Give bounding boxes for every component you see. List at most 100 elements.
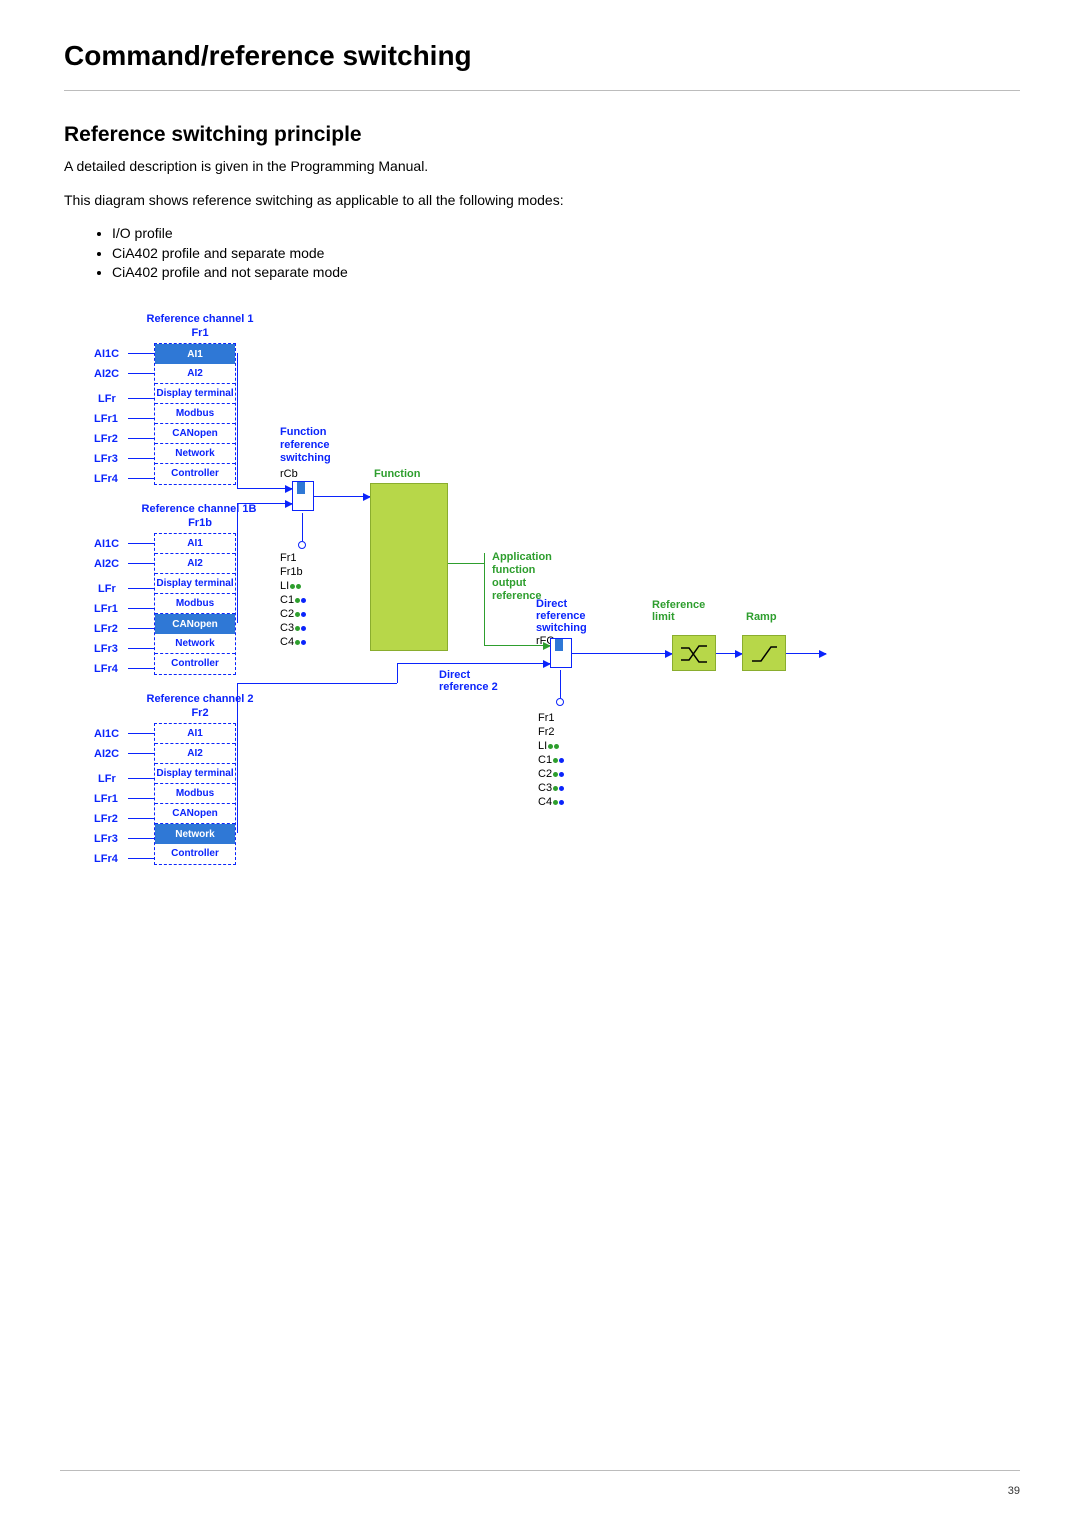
selector-option: AI2 — [155, 744, 235, 764]
connector — [560, 670, 561, 698]
opt: C3 — [280, 621, 306, 635]
connector — [237, 488, 292, 489]
app-output-label: Application function output reference — [492, 551, 552, 603]
input-label: LFr3 — [94, 453, 138, 465]
input-label: AI1C — [94, 728, 138, 740]
connector — [128, 563, 154, 564]
connector — [128, 668, 154, 669]
channel-title: Reference channel 2 — [140, 693, 260, 705]
selector-option: Network — [155, 824, 235, 844]
opt: C1 — [280, 593, 306, 607]
opt: Fr1 — [538, 711, 564, 725]
opt: C2 — [280, 607, 306, 621]
connector — [128, 543, 154, 544]
ref-limit-label: Referencelimit — [652, 599, 705, 623]
connector — [237, 503, 292, 504]
switch-knob — [298, 541, 306, 549]
selector-option: CANopen — [155, 804, 235, 824]
input-label: LFr1 — [94, 603, 138, 615]
switch-rfc — [550, 638, 572, 668]
input-label: LFr2 — [94, 813, 138, 825]
selector-option: Display terminal — [155, 764, 235, 784]
selector-option: Controller — [155, 464, 235, 484]
input-label: LFr — [98, 583, 142, 595]
page-number: 39 — [1008, 1485, 1020, 1497]
input-label: LFr2 — [94, 623, 138, 635]
selector-option: CANopen — [155, 614, 235, 634]
connector — [397, 663, 398, 683]
selector-option: Modbus — [155, 784, 235, 804]
connector — [397, 663, 550, 664]
selector-ch2: AI1 AI2 Display terminal Modbus CANopen … — [154, 723, 236, 865]
connector — [128, 858, 154, 859]
input-label: LFr3 — [94, 833, 138, 845]
selector-option: Modbus — [155, 404, 235, 424]
input-label: AI2C — [94, 558, 138, 570]
section-title: Reference switching principle — [64, 123, 1020, 147]
rfc-options: Fr1 Fr2 LI C1 C2 C3 C4 — [538, 711, 564, 809]
connector — [484, 553, 485, 645]
func-ref-switch-line2: reference — [280, 439, 330, 451]
selector-option: Controller — [155, 844, 235, 864]
opt: Fr1b — [280, 565, 306, 579]
connector — [128, 608, 154, 609]
channel-title: Reference channel 1B — [134, 503, 264, 515]
page-title: Command/reference switching — [64, 40, 1020, 72]
input-label: LFr4 — [94, 473, 138, 485]
opt: C3 — [538, 781, 564, 795]
connector — [128, 418, 154, 419]
connector — [572, 653, 672, 654]
selector-option: AI1 — [155, 344, 235, 364]
direct-ref-switch-label: Direct reference switching — [536, 598, 587, 634]
connector — [237, 683, 397, 684]
channel-sub: Fr1b — [140, 517, 260, 529]
ref-limit-block — [672, 635, 716, 671]
selector-option: CANopen — [155, 424, 235, 444]
ramp-label: Ramp — [746, 611, 777, 623]
connector — [128, 648, 154, 649]
list-item: I/O profile — [112, 224, 1020, 244]
reference-switching-diagram: Reference channel 1 Fr1 AI1 AI2 Display … — [84, 313, 904, 963]
function-block — [370, 483, 448, 651]
input-label: LFr — [98, 773, 142, 785]
direct-ref2-label: Directreference 2 — [439, 669, 498, 693]
connector — [786, 653, 826, 654]
selector-option: Controller — [155, 654, 235, 674]
connector — [128, 628, 154, 629]
list-item: CiA402 profile and separate mode — [112, 244, 1020, 264]
opt: Fr2 — [538, 725, 564, 739]
connector — [128, 353, 154, 354]
rcb-options: Fr1 Fr1b LI C1 C2 C3 C4 — [280, 551, 306, 649]
channel-title: Reference channel 1 — [140, 313, 260, 325]
selector-option: AI2 — [155, 554, 235, 574]
connector — [128, 458, 154, 459]
input-label: LFr4 — [94, 663, 138, 675]
connector — [128, 798, 154, 799]
connector — [128, 438, 154, 439]
connector — [302, 513, 303, 541]
connector — [128, 373, 154, 374]
connector — [237, 503, 238, 623]
input-label: LFr3 — [94, 643, 138, 655]
opt: C4 — [538, 795, 564, 809]
switch-knob — [556, 698, 564, 706]
opt: C1 — [538, 753, 564, 767]
input-label: LFr — [98, 393, 142, 405]
input-label: LFr1 — [94, 413, 138, 425]
connector — [128, 753, 154, 754]
intro-1: A detailed description is given in the P… — [64, 157, 1020, 177]
opt: LI — [280, 579, 306, 593]
connector — [716, 653, 742, 654]
switch-rcb — [292, 481, 314, 511]
rcb-param: rCb — [280, 468, 298, 480]
opt: Fr1 — [280, 551, 306, 565]
connector — [448, 563, 484, 564]
func-ref-switch-line3: switching — [280, 452, 331, 464]
ramp-block — [742, 635, 786, 671]
divider-top — [64, 90, 1020, 91]
function-block-label: Function — [374, 468, 420, 480]
intro-2: This diagram shows reference switching a… — [64, 191, 1020, 211]
opt: C2 — [538, 767, 564, 781]
input-label: LFr4 — [94, 853, 138, 865]
channel-sub: Fr1 — [140, 327, 260, 339]
